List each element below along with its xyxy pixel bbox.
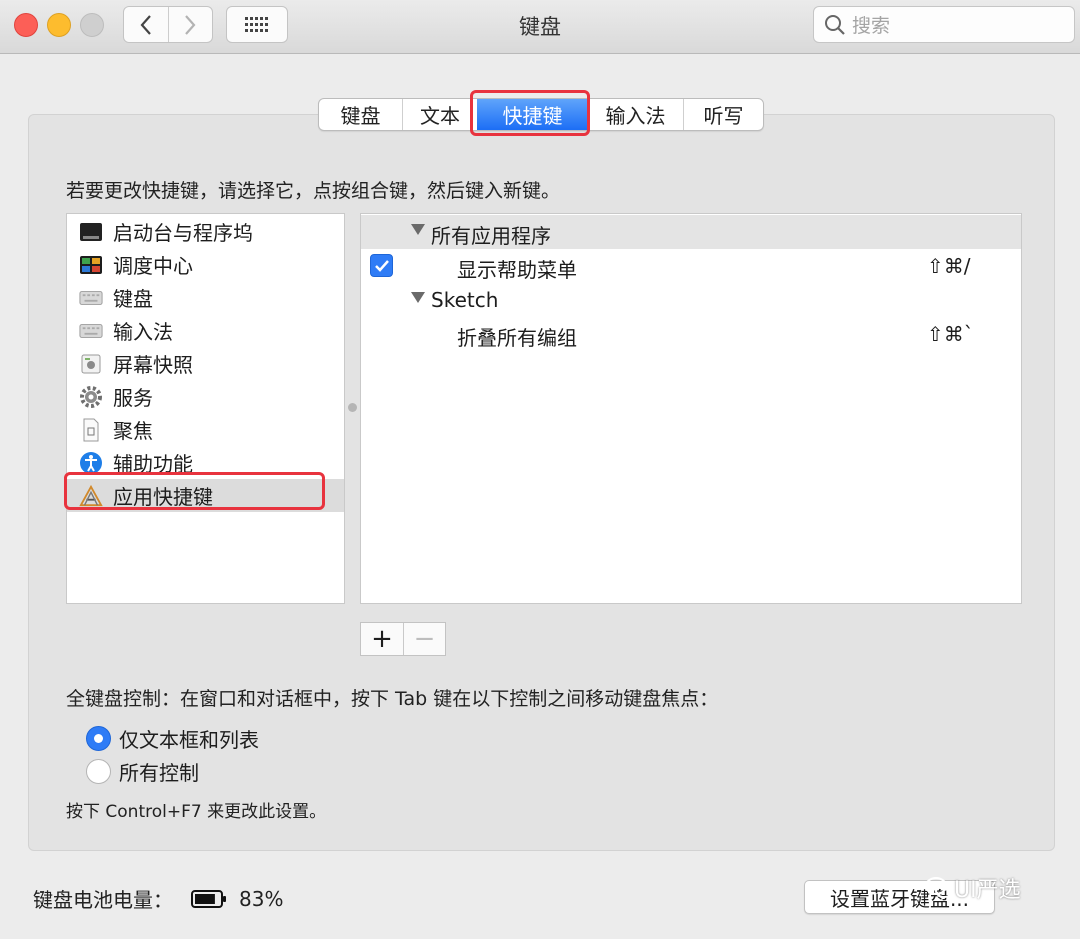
sidebar-item-launchpad-dock[interactable]: 启动台与程序坞: [67, 215, 344, 248]
battery-status: 键盘电池电量： 83%: [33, 884, 283, 913]
shortcut-keys[interactable]: ⇧⌘/: [927, 254, 971, 278]
tab-input-sources[interactable]: 输入法: [588, 99, 683, 130]
sidebar-item-label: 输入法: [113, 320, 173, 344]
radio-selected-icon[interactable]: [86, 725, 111, 751]
tab-dictation[interactable]: 听写: [683, 99, 763, 130]
close-window-button[interactable]: [14, 13, 38, 37]
search-field[interactable]: 搜索: [813, 6, 1075, 43]
sidebar-item-mission-control[interactable]: 调度中心: [67, 248, 344, 281]
split-view-handle[interactable]: [348, 403, 357, 412]
instruction-text: 若要更改快捷键，请选择它，点按组合键，然后键入新键。: [66, 180, 561, 202]
search-icon: [825, 14, 845, 35]
shortcut-table: 所有应用程序 显示帮助菜单 ⇧⌘/ Sketch 折叠所有编组 ⇧⌘`: [360, 213, 1022, 604]
sidebar-item-screenshot[interactable]: 屏幕快照: [67, 347, 344, 380]
battery-fill: [195, 893, 215, 904]
group-row-sketch[interactable]: Sketch: [361, 283, 1021, 317]
navigation-buttons: [123, 6, 213, 43]
battery-icon: [191, 889, 227, 909]
grid-icon: [245, 16, 268, 32]
window-title: 键盘: [519, 15, 561, 39]
keyboard-icon: [79, 287, 103, 309]
sidebar-item-label: 聚焦: [113, 419, 153, 443]
watermark-text: UI严选: [954, 878, 1021, 903]
highlight-box-app-shortcuts: [64, 472, 325, 510]
battery-label: 键盘电池电量：: [33, 888, 173, 912]
radio-text-boxes-lists[interactable]: 仅文本框和列表: [86, 723, 286, 753]
back-button[interactable]: [124, 7, 168, 42]
sidebar-item-label: 键盘: [113, 287, 153, 311]
minimize-window-button[interactable]: [47, 13, 71, 37]
shortcut-label: 显示帮助菜单: [457, 258, 577, 282]
launchpad-dock-icon: [79, 221, 103, 243]
screenshot-icon: [79, 353, 103, 375]
search-placeholder: 搜索: [852, 15, 891, 37]
add-remove-control: + −: [360, 622, 446, 656]
sidebar-item-keyboard[interactable]: 键盘: [67, 281, 344, 314]
title-bar: 键盘 搜索: [0, 0, 1080, 54]
control-f7-note: 按下 Control+F7 来更改此设置。: [66, 802, 327, 822]
gear-icon: [79, 385, 103, 408]
enable-checkbox[interactable]: [370, 254, 393, 277]
chevron-right-icon: [185, 14, 196, 35]
sidebar-item-label: 服务: [113, 386, 153, 410]
full-keyboard-access-label: 全键盘控制：在窗口和对话框中，按下 Tab 键在以下控制之间移动键盘焦点：: [66, 688, 719, 710]
wechat-icon: [925, 877, 953, 898]
shortcut-label: 折叠所有编组: [457, 326, 577, 350]
group-label: 所有应用程序: [431, 224, 551, 248]
mission-control-icon: [79, 254, 103, 276]
sidebar-item-spotlight[interactable]: 聚焦: [67, 413, 344, 446]
radio-unselected-icon[interactable]: [86, 758, 111, 784]
category-list: 启动台与程序坞 调度中心 键盘 输入法 屏幕快照 服务 聚焦 辅助功能 应用快捷…: [66, 213, 345, 604]
sidebar-item-services[interactable]: 服务: [67, 380, 344, 413]
zoom-window-button[interactable]: [80, 13, 104, 37]
group-row-all-apps[interactable]: 所有应用程序: [361, 215, 1021, 249]
add-button[interactable]: +: [361, 623, 403, 655]
highlight-box-tab: [470, 90, 590, 136]
radio-label: 仅文本框和列表: [119, 727, 259, 752]
sidebar-item-label: 屏幕快照: [113, 353, 193, 377]
radio-all-controls[interactable]: 所有控制: [86, 756, 286, 786]
accessibility-icon: [79, 451, 103, 474]
shortcut-row-collapse-groups[interactable]: 折叠所有编组 ⇧⌘`: [361, 317, 1021, 351]
disclosure-triangle-icon[interactable]: [411, 224, 425, 235]
watermark: UI严选: [924, 872, 1021, 904]
checkmark-icon: [374, 259, 389, 272]
remove-button[interactable]: −: [402, 623, 445, 655]
disclosure-triangle-icon[interactable]: [411, 292, 425, 303]
radio-label: 所有控制: [119, 760, 199, 785]
group-label: Sketch: [431, 288, 499, 312]
chevron-left-icon: [140, 14, 151, 35]
spotlight-icon: [79, 418, 103, 441]
sidebar-item-label: 调度中心: [113, 254, 193, 278]
shortcut-keys[interactable]: ⇧⌘`: [927, 322, 974, 346]
tab-text[interactable]: 文本: [402, 99, 477, 130]
sidebar-item-label: 启动台与程序坞: [113, 221, 253, 245]
shortcut-row-help-menu[interactable]: 显示帮助菜单 ⇧⌘/: [361, 249, 1021, 283]
forward-button[interactable]: [167, 7, 212, 42]
battery-percent: 83%: [239, 886, 284, 911]
input-method-icon: [79, 320, 103, 342]
show-all-button[interactable]: [226, 6, 288, 43]
sidebar-item-input-method[interactable]: 输入法: [67, 314, 344, 347]
tab-keyboard[interactable]: 键盘: [319, 99, 402, 130]
